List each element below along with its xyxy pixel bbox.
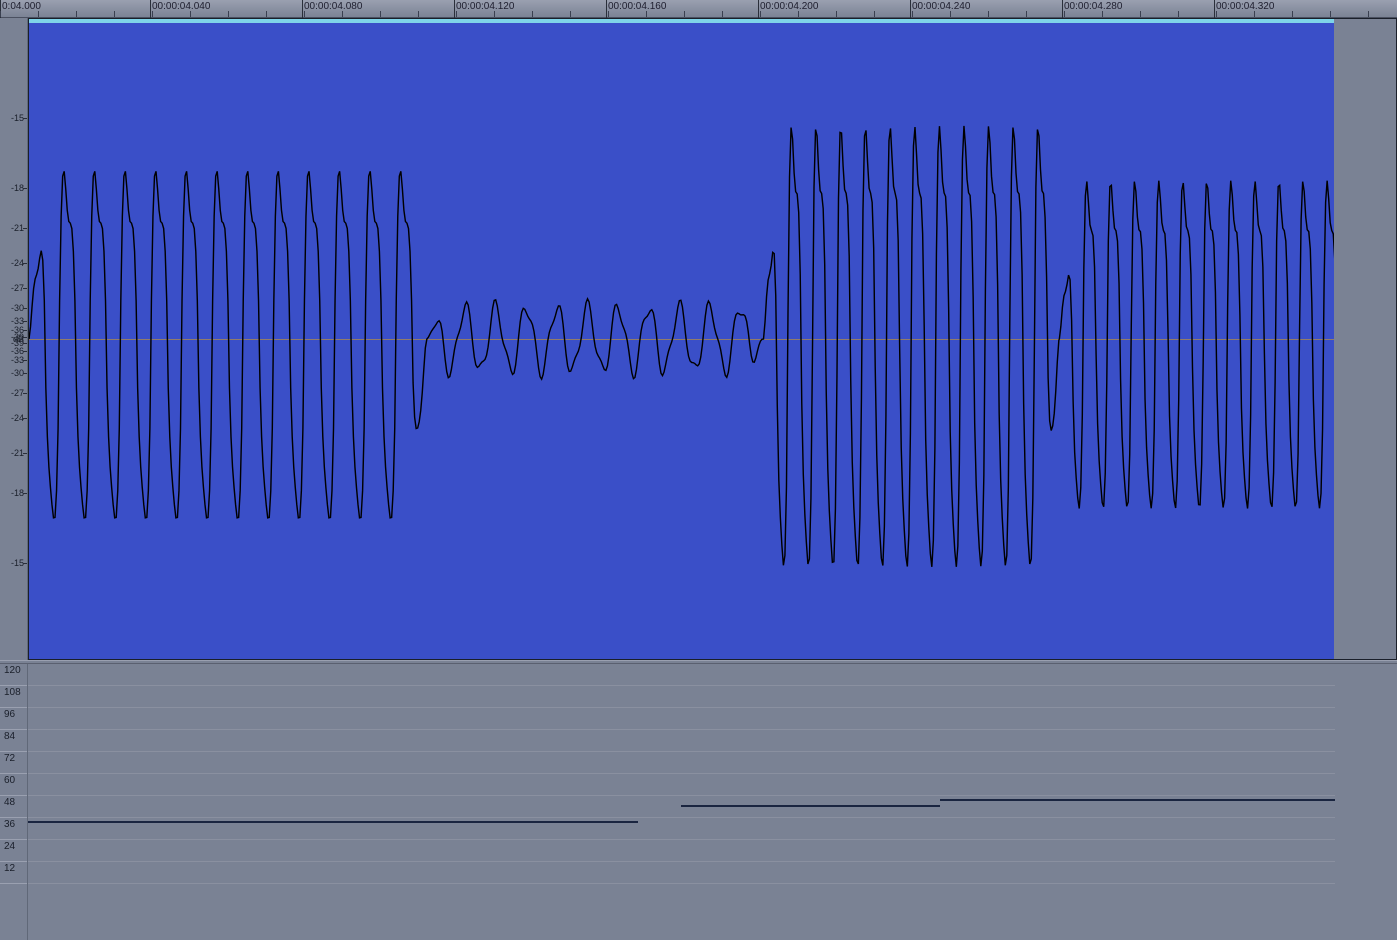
time-tick-minor <box>1254 11 1255 17</box>
note-scale-label: 36 <box>0 818 27 840</box>
time-tick-minor <box>874 11 875 17</box>
time-tick-minor <box>1216 11 1217 17</box>
note-event[interactable] <box>940 799 1368 801</box>
time-tick-minor <box>38 11 39 17</box>
time-tick-minor <box>570 11 571 17</box>
time-tick-minor <box>190 11 191 17</box>
db-tick <box>23 493 27 494</box>
time-tick-minor <box>684 11 685 17</box>
note-grid-row <box>28 686 1397 708</box>
waveform-panel: -15-18-21-24-27-30-33-36-39dB-39-36-33-3… <box>0 18 1397 660</box>
time-tick-minor <box>456 11 457 17</box>
time-tick-minor <box>1368 11 1369 17</box>
db-tick <box>23 418 27 419</box>
time-tick-label: 00:00:04.080 <box>302 1 362 12</box>
time-tick-minor <box>152 11 153 17</box>
time-tick-minor <box>1064 11 1065 17</box>
db-tick <box>23 453 27 454</box>
time-tick-label: 00:00:04.320 <box>1214 1 1274 12</box>
db-tick <box>23 263 27 264</box>
time-tick-minor <box>266 11 267 17</box>
db-tick <box>23 393 27 394</box>
note-panel: 1201089684726048362412 <box>0 664 1397 940</box>
time-tick-minor <box>608 11 609 17</box>
time-tick-minor <box>798 11 799 17</box>
time-tick-label: 00:00:04.040 <box>150 1 210 12</box>
time-tick-minor <box>532 11 533 17</box>
note-grid-row <box>28 774 1397 796</box>
note-grid-row <box>28 862 1397 884</box>
note-grid-row <box>28 664 1397 686</box>
time-tick-minor <box>418 11 419 17</box>
db-tick <box>23 343 27 344</box>
time-tick-minor <box>342 11 343 17</box>
time-tick-minor <box>988 11 989 17</box>
time-tick-minor <box>228 11 229 17</box>
db-tick <box>23 360 27 361</box>
note-grid-row <box>28 840 1397 862</box>
time-tick-label: 00:00:04.280 <box>1062 1 1122 12</box>
db-tick <box>23 118 27 119</box>
db-tick <box>23 228 27 229</box>
note-scale-label: 24 <box>0 840 27 862</box>
db-tick <box>23 351 27 352</box>
time-tick-minor <box>950 11 951 17</box>
time-tick-minor <box>114 11 115 17</box>
db-tick <box>23 563 27 564</box>
time-tick-label: 00:00:04.160 <box>606 1 666 12</box>
time-tick-label: 00:00:04.120 <box>454 1 514 12</box>
time-tick-minor <box>1102 11 1103 17</box>
time-tick-minor <box>912 11 913 17</box>
time-tick-minor <box>722 11 723 17</box>
waveform-line <box>29 126 1394 567</box>
note-scale-label: 60 <box>0 774 27 796</box>
time-tick-minor <box>1292 11 1293 17</box>
time-tick-minor <box>760 11 761 17</box>
db-tick <box>23 330 27 331</box>
time-tick-minor <box>494 11 495 17</box>
db-tick <box>23 288 27 289</box>
note-scale-label: 72 <box>0 752 27 774</box>
note-grid-row <box>28 708 1397 730</box>
time-tick-minor <box>380 11 381 17</box>
note-scale-label: 48 <box>0 796 27 818</box>
note-event[interactable] <box>681 805 940 807</box>
db-tick <box>23 373 27 374</box>
time-ruler[interactable]: 0:04.000 00:00:04.040 00:00:04.080 00:00:04… <box>0 0 1397 18</box>
note-canvas[interactable] <box>28 664 1397 940</box>
db-tick <box>23 321 27 322</box>
time-tick-label: 00:00:04.200 <box>758 1 818 12</box>
time-tick-minor <box>304 11 305 17</box>
waveform-path <box>29 19 1396 659</box>
note-grid-row <box>28 752 1397 774</box>
time-tick-minor <box>836 11 837 17</box>
db-tick <box>23 188 27 189</box>
note-scale-label: 96 <box>0 708 27 730</box>
note-event[interactable] <box>28 821 638 823</box>
time-tick-minor <box>0 11 1 17</box>
time-tick-minor <box>1026 11 1027 17</box>
waveform-canvas[interactable] <box>28 18 1397 660</box>
note-scale-label: 108 <box>0 686 27 708</box>
db-tick <box>23 308 27 309</box>
time-tick-label: 00:00:04.240 <box>910 1 970 12</box>
amplitude-scale: -15-18-21-24-27-30-33-36-39dB-39-36-33-3… <box>0 18 28 660</box>
time-tick-minor <box>1178 11 1179 17</box>
time-tick-label: 0:04.000 <box>0 1 41 12</box>
clip-right-margin <box>1335 664 1397 940</box>
time-tick-minor <box>1140 11 1141 17</box>
note-scale: 1201089684726048362412 <box>0 664 28 940</box>
time-tick-minor <box>646 11 647 17</box>
note-scale-label: 12 <box>0 862 27 884</box>
time-tick-minor <box>76 11 77 17</box>
note-grid-row <box>28 730 1397 752</box>
clip-right-margin <box>1334 19 1396 659</box>
note-scale-label: 120 <box>0 664 27 686</box>
time-tick-minor <box>1330 11 1331 17</box>
note-scale-label: 84 <box>0 730 27 752</box>
